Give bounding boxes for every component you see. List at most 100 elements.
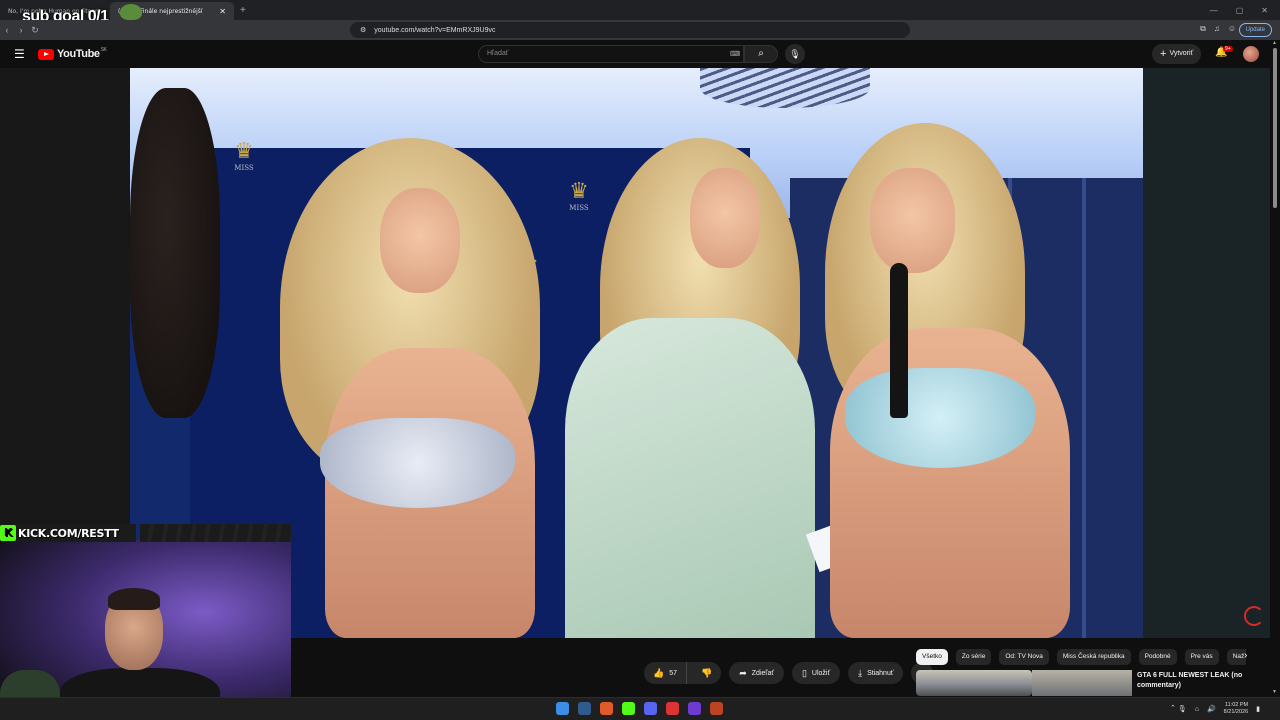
app-icon[interactable] [710, 702, 723, 715]
plus-icon: + [1160, 48, 1167, 60]
site-info-icon[interactable]: ⚙ [360, 26, 366, 34]
extension-icon[interactable]: ⧉ [1200, 24, 1206, 34]
twitch-icon[interactable] [688, 702, 701, 715]
host-face [690, 168, 760, 268]
browser-toolbar: ‹ › ↻ ⚙ youtube.com/watch?v=EMmRXJ9U9vc … [0, 20, 1280, 40]
kick-app-icon[interactable] [622, 702, 635, 715]
clock[interactable]: 11:02 PM 8/21/2026 [1224, 702, 1248, 716]
like-dislike-group: 👍 57 👎 [644, 662, 722, 684]
share-icon: ➦ [739, 667, 747, 678]
person-2-face [870, 168, 955, 273]
hamburger-menu-icon[interactable]: ☰ [14, 47, 25, 61]
address-bar[interactable]: ⚙ youtube.com/watch?v=EMmRXJ9U9vc [350, 22, 910, 38]
person-1-top [320, 418, 515, 508]
record-indicator-icon [1244, 606, 1264, 626]
chevron-right-icon[interactable]: › [1244, 650, 1247, 661]
chip-tv-nova[interactable]: Od: TV Nova [999, 649, 1049, 665]
logo-text: YouTube [57, 48, 100, 60]
notification-center-icon[interactable]: ▮ [1256, 705, 1260, 713]
explorer-icon[interactable] [578, 702, 591, 715]
chip-all[interactable]: Všetko [916, 649, 948, 665]
download-label: Stiahnuť [867, 669, 894, 677]
taskbar-apps [556, 702, 723, 715]
person-left-edge [130, 88, 220, 418]
close-icon[interactable]: ✕ [219, 7, 226, 16]
close-window-icon[interactable]: ✕ [1261, 6, 1268, 15]
recommendation-thumbnail-extended[interactable] [1032, 670, 1132, 696]
scroll-up-icon[interactable]: ▲ [1272, 40, 1277, 46]
youtube-play-icon [38, 48, 54, 60]
media-icon[interactable]: ♫ [1214, 24, 1220, 34]
kick-logo-icon: K [0, 525, 16, 541]
notification-badge: 9+ [1223, 46, 1233, 52]
bookmark-icon: ▯ [801, 667, 807, 678]
avatar[interactable] [1243, 46, 1259, 62]
thumbs-up-icon: 👍 [653, 667, 665, 678]
person-1-face [380, 188, 460, 293]
thumbs-down-icon: 👎 [701, 667, 713, 678]
reload-icon[interactable]: ↻ [28, 25, 42, 36]
back-icon[interactable]: ‹ [0, 25, 14, 35]
ceiling-vent [700, 68, 870, 108]
create-button[interactable]: + Vytvoriť [1152, 44, 1202, 64]
like-button[interactable]: 👍 57 [644, 662, 688, 684]
chrome-icon[interactable] [666, 702, 679, 715]
new-tab-icon[interactable]: + [240, 5, 246, 16]
search-button[interactable]: ⌕ [744, 45, 778, 63]
banner-decoration [140, 524, 291, 542]
streamer-webcam [0, 540, 291, 720]
maximize-icon[interactable]: ▢ [1236, 6, 1244, 15]
share-label: Zdieľať [751, 669, 774, 677]
keyboard-icon[interactable]: ⌨ [730, 50, 740, 58]
video-actions: 👍 57 👎 ➦ Zdieľať ▯ Uložiť ⤓ Stiahnuť ⋯ [644, 662, 934, 684]
windows-taskbar: ⌃ 🎙 ⌂ 🔊 11:02 PM 8/21/2026 ▮ [0, 697, 1280, 720]
system-tray: 🎙 ⌂ 🔊 11:02 PM 8/21/2026 ▮ [1178, 702, 1260, 716]
chip-similar[interactable]: Podobné [1138, 649, 1177, 665]
download-button[interactable]: ⤓ Stiahnuť [848, 662, 904, 684]
youtube-logo[interactable]: YouTube SK [38, 47, 107, 60]
right-background [1143, 68, 1270, 638]
clock-time: 11:02 PM [1225, 702, 1249, 708]
page-scrollbar[interactable]: ▲ ▼ [1270, 40, 1280, 697]
create-label: Vytvoriť [1169, 50, 1194, 57]
browser-tab-strip: No, I'm not a Human on Steam (1487) Finá… [0, 0, 1280, 20]
extension-icons: ⧉ ♫ ☺ [1200, 24, 1236, 34]
minimize-icon[interactable]: — [1210, 6, 1218, 15]
region-code: SK [100, 47, 107, 53]
recommendation-thumbnail[interactable] [916, 670, 1032, 696]
windows-start-icon[interactable] [556, 702, 569, 715]
scrollbar-thumb[interactable] [1273, 48, 1277, 208]
save-button[interactable]: ▯ Uložiť [791, 662, 841, 684]
volume-icon[interactable]: 🔊 [1207, 705, 1216, 713]
dislike-button[interactable]: 👎 [692, 662, 721, 684]
kick-url: KICK.COM/RESTT [18, 526, 119, 540]
brave-icon[interactable] [600, 702, 613, 715]
search-icon: ⌕ [758, 48, 764, 59]
profile-icon[interactable]: ☺ [1228, 24, 1236, 34]
chip-for-you[interactable]: Pre vás [1184, 649, 1219, 665]
filter-chips: Všetko Zo série Od: TV Nova Miss Česká r… [916, 649, 1246, 665]
voice-search-button[interactable]: 🎙 [785, 44, 805, 64]
save-label: Uložiť [811, 669, 831, 677]
tray-overflow-icon[interactable]: ⌃ [1170, 704, 1176, 712]
crown-logo: ♛MISS [234, 138, 254, 172]
microphone-icon: 🎙 [789, 49, 801, 59]
chip-series[interactable]: Zo série [955, 649, 992, 665]
microphone [890, 263, 908, 418]
search-input[interactable]: Hľadať [478, 45, 744, 63]
window-controls: — ▢ ✕ [1210, 6, 1280, 15]
network-icon[interactable]: ⌂ [1195, 706, 1199, 713]
crown-logo: ♛MISS [569, 178, 589, 212]
like-count: 57 [669, 669, 678, 677]
chip-miss-cr[interactable]: Miss Česká republika [1056, 649, 1131, 665]
youtube-header: ☰ YouTube SK Hľadať ⌨ ⌕ 🎙 + Vytvoriť 🔔 9… [0, 40, 1280, 68]
update-button[interactable]: Update [1238, 23, 1272, 37]
share-button[interactable]: ➦ Zdieľať [729, 662, 784, 684]
forward-icon[interactable]: › [14, 25, 28, 35]
recommendation-title[interactable]: GTA 6 FULL NEWEST LEAK (no commentary) [1137, 671, 1247, 691]
discord-icon[interactable] [644, 702, 657, 715]
left-background [0, 68, 130, 524]
scroll-down-icon[interactable]: ▼ [1272, 689, 1277, 695]
frog-emote-icon [120, 4, 142, 20]
mic-tray-icon[interactable]: 🎙 [1178, 705, 1187, 713]
